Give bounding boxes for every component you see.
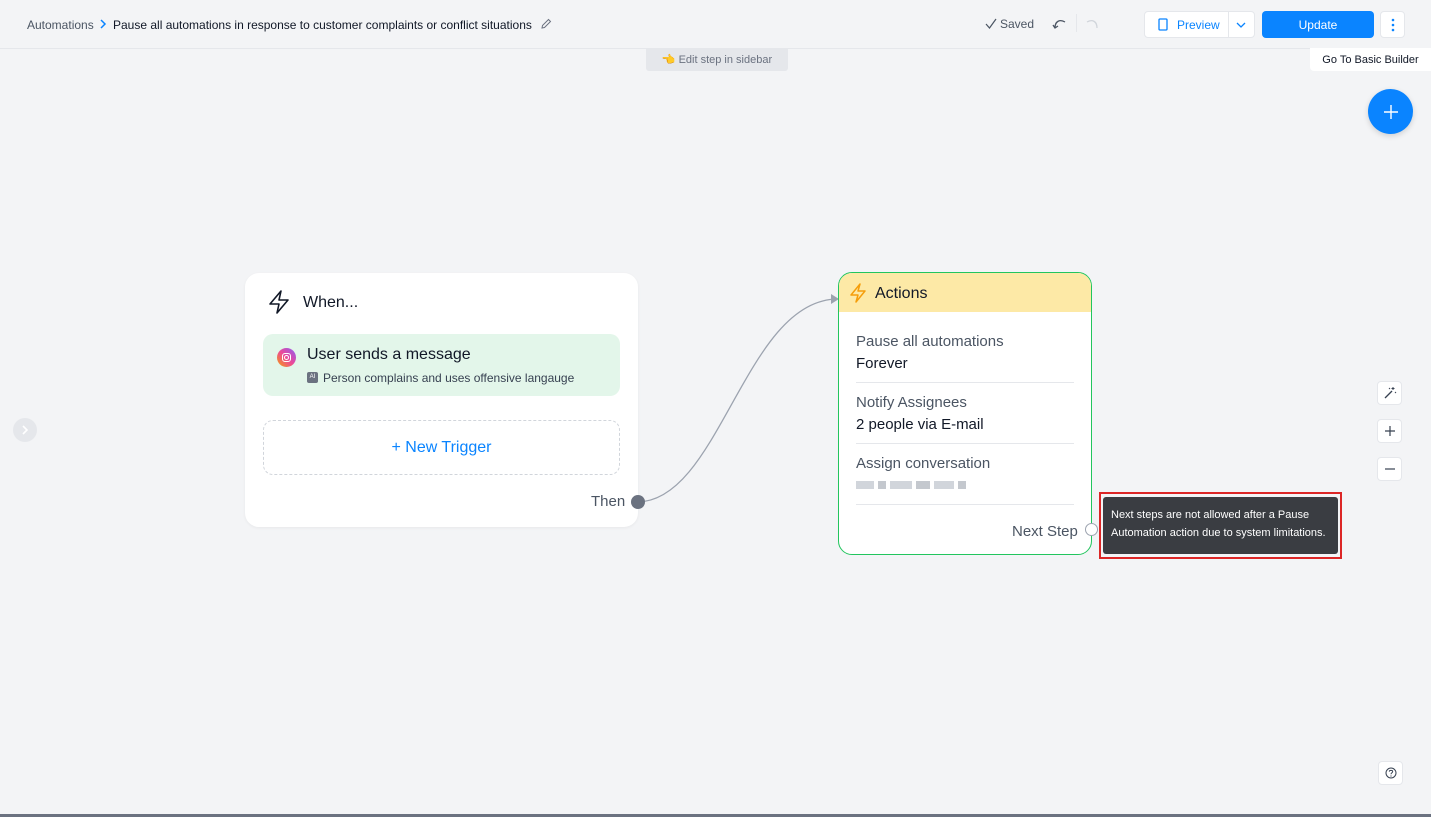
action-item-assign[interactable]: Assign conversation xyxy=(856,455,1074,489)
redacted-assignee xyxy=(856,481,1074,489)
ai-badge: AI xyxy=(307,372,318,383)
auto-layout-button[interactable] xyxy=(1377,381,1402,405)
lightning-icon xyxy=(850,283,866,303)
then-label: Then xyxy=(591,493,626,510)
next-step-connector-handle[interactable] xyxy=(1085,523,1098,536)
magic-wand-icon xyxy=(1384,387,1396,399)
action-item-label: Pause all automations xyxy=(856,333,1004,350)
zoom-in-icon xyxy=(1384,426,1395,436)
new-trigger-button[interactable]: + New Trigger xyxy=(263,420,620,475)
actions-card-title: Actions xyxy=(875,285,928,302)
connector-line xyxy=(636,294,839,503)
disabled-next-step-tooltip: Next steps are not allowed after a Pause… xyxy=(1103,497,1338,554)
help-button[interactable] xyxy=(1378,761,1403,785)
action-item-notify[interactable]: Notify Assignees 2 people via E-mail xyxy=(856,394,1074,433)
next-step-label: Next Step xyxy=(1012,523,1078,540)
help-icon xyxy=(1385,767,1396,779)
then-connector-handle[interactable] xyxy=(631,495,645,509)
trigger-name: User sends a message xyxy=(307,346,471,363)
lightning-icon xyxy=(269,290,289,314)
trigger-card-title: When... xyxy=(303,294,359,311)
zoom-in-button[interactable] xyxy=(1377,419,1402,443)
action-item-value: 2 people via E-mail xyxy=(856,416,984,433)
trigger-description: Person complains and uses offensive lang… xyxy=(323,371,575,385)
new-trigger-label: + New Trigger xyxy=(391,438,492,456)
instagram-icon xyxy=(277,348,296,367)
divider xyxy=(856,382,1074,383)
trigger-card[interactable]: When... User sends a message AI Person c… xyxy=(245,273,638,527)
zoom-out-icon xyxy=(1384,468,1395,470)
actions-card[interactable]: Actions Pause all automations Forever No… xyxy=(838,272,1092,555)
zoom-out-button[interactable] xyxy=(1377,457,1402,481)
action-item-value: Forever xyxy=(856,355,908,372)
action-item-label: Assign conversation xyxy=(856,455,991,472)
tooltip-text: Next steps are not allowed after a Pause… xyxy=(1111,509,1326,539)
action-item-pause[interactable]: Pause all automations Forever xyxy=(856,333,1074,372)
action-item-label: Notify Assignees xyxy=(856,394,967,411)
divider xyxy=(856,504,1074,505)
trigger-item[interactable]: User sends a message AI Person complains… xyxy=(263,334,620,396)
actions-card-header: Actions xyxy=(839,273,1091,312)
divider xyxy=(856,443,1074,444)
